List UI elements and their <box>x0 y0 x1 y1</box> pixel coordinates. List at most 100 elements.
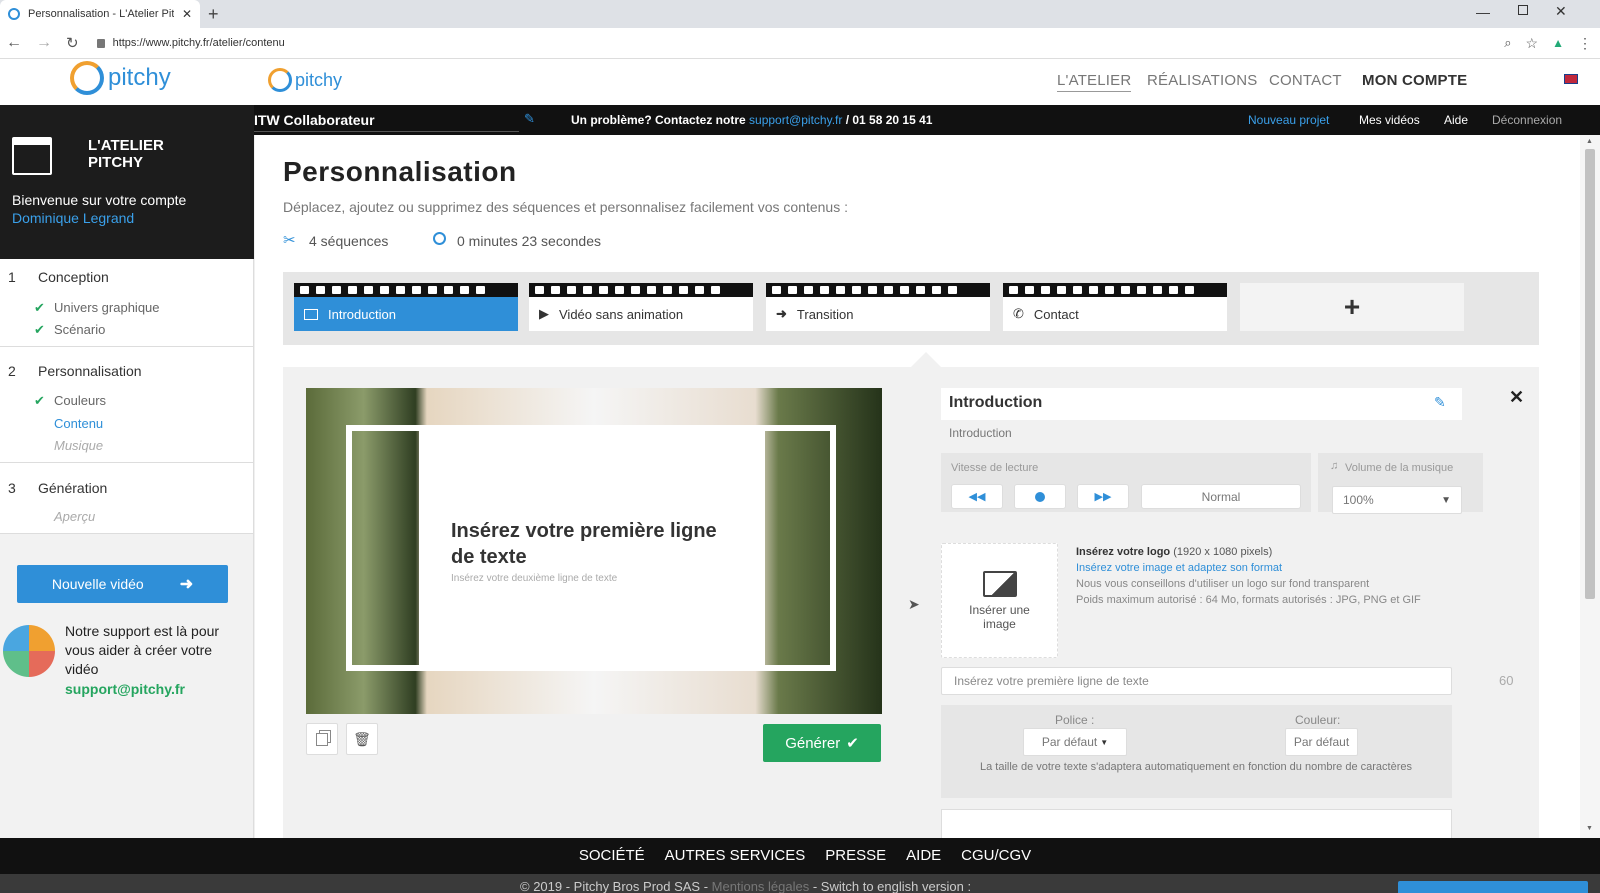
help-email-link[interactable]: support@pitchy.fr <box>749 113 842 127</box>
uk-flag-icon[interactable] <box>1564 74 1578 84</box>
font-select[interactable]: Par défaut ▼ <box>1023 728 1127 756</box>
nav-realisations[interactable]: RÉALISATIONS <box>1147 72 1257 89</box>
brand-line-2: PITCHY <box>88 154 144 171</box>
scroll-down-icon[interactable]: ▼ <box>1586 825 1593 832</box>
new-tab-icon[interactable]: + <box>208 4 219 25</box>
editor-subtitle: Introduction <box>949 426 1012 440</box>
deconnexion-link[interactable]: Déconnexion <box>1492 113 1562 127</box>
contact-chat-button[interactable] <box>1398 881 1588 893</box>
close-editor-icon[interactable]: ✕ <box>1509 387 1524 408</box>
autosize-note: La taille de votre texte s'adaptera auto… <box>980 761 1412 773</box>
footer-cgu[interactable]: CGU/CGV <box>961 847 1031 864</box>
brand-line-1: L'ATELIER <box>88 137 164 154</box>
volume-select[interactable]: 100% ▼ <box>1332 486 1462 514</box>
sidebar: L'ATELIER PITCHY Bienvenue sur votre com… <box>0 105 254 838</box>
minimize-icon[interactable]: — <box>1476 4 1490 20</box>
pitchy-logo-secondary[interactable]: pitchy <box>268 68 342 92</box>
check-icon: ✔ <box>34 393 45 408</box>
sub-musique[interactable]: Musique <box>54 438 103 453</box>
color-label: Couleur: <box>1295 713 1341 727</box>
page-title: Personnalisation <box>283 156 517 187</box>
nav-contact[interactable]: CONTACT <box>1269 72 1342 89</box>
add-sequence-button[interactable]: + <box>1240 283 1464 331</box>
editor-title: Introduction <box>949 394 1043 411</box>
nav-atelier[interactable]: L'ATELIER <box>1057 72 1132 92</box>
support-avatar <box>3 625 55 677</box>
site-header: pitchy pitchy L'ATELIER RÉALISATIONS CON… <box>0 59 1600 105</box>
check-icon: ✔ <box>846 735 859 752</box>
text-line-1-input[interactable]: Insérez votre première ligne de texte <box>941 667 1452 695</box>
sub-apercu[interactable]: Aperçu <box>54 509 95 524</box>
edit-title-icon[interactable]: ✎ <box>1434 394 1446 411</box>
sub-scenario[interactable]: Scénario <box>54 322 105 337</box>
step-conception[interactable]: Conception <box>38 269 109 285</box>
speed-slower-button[interactable]: ◀◀ <box>951 484 1003 509</box>
speed-value: Normal <box>1141 484 1301 509</box>
sequence-introduction[interactable]: Introduction <box>294 283 518 331</box>
zoom-icon[interactable]: ⌕ <box>1504 35 1511 51</box>
caret-down-icon: ▼ <box>1100 737 1109 747</box>
close-window-icon[interactable]: ✕ <box>1555 3 1567 20</box>
insert-image-button[interactable]: Insérer une image <box>941 543 1058 658</box>
footer-societe[interactable]: SOCIÉTÉ <box>579 847 645 864</box>
scroll-thumb[interactable] <box>1585 149 1595 599</box>
speed-normal-button[interactable] <box>1014 484 1066 509</box>
back-icon[interactable]: ← <box>6 34 22 52</box>
star-icon[interactable]: ☆ <box>1526 35 1539 52</box>
step-generation[interactable]: Génération <box>38 480 107 496</box>
color-select[interactable]: Par défaut <box>1285 728 1358 756</box>
divider <box>0 462 254 463</box>
sequence-video-sans-animation[interactable]: ▶ Vidéo sans animation <box>529 283 753 331</box>
volume-label: Volume de la musique <box>1345 462 1454 474</box>
duplicate-button[interactable] <box>306 723 338 755</box>
logo-title: Insérez votre logo <box>1076 546 1171 558</box>
nouvelle-video-button[interactable]: Nouvelle vidéo ➜ <box>17 565 228 603</box>
legal-link[interactable]: Mentions légales <box>712 879 810 893</box>
pitchy-logo[interactable]: pitchy <box>70 61 171 95</box>
forward-icon[interactable]: → <box>36 34 52 52</box>
help-line: Un problème? Contactez notre support@pit… <box>571 113 932 127</box>
sub-contenu[interactable]: Contenu <box>54 416 103 431</box>
step-personnalisation[interactable]: Personnalisation <box>38 363 142 379</box>
footer-autres-services[interactable]: AUTRES SERVICES <box>665 847 806 864</box>
sidebar-brand: L'ATELIER PITCHY Bienvenue sur votre com… <box>0 105 254 259</box>
video-preview[interactable]: Insérez votre première ligne de texte In… <box>306 388 882 714</box>
scroll-up-icon[interactable]: ▲ <box>1586 138 1593 145</box>
sequence-contact[interactable]: ✆ Contact <box>1003 283 1227 331</box>
sequence-transition[interactable]: ➜ Transition <box>766 283 990 331</box>
copyright: © 2019 - Pitchy Bros Prod SAS - <box>520 879 709 893</box>
logo-link[interactable]: Insérez votre image et adaptez son forma… <box>1076 560 1421 576</box>
edit-project-icon[interactable]: ✎ <box>524 111 535 127</box>
url-text[interactable]: https://www.pitchy.fr/atelier/contenu <box>113 37 1505 49</box>
menu-icon[interactable]: ⋮ <box>1578 35 1592 52</box>
sequence-label: Transition <box>796 306 854 322</box>
project-name[interactable]: ITW Collaborateur <box>254 112 519 132</box>
volume-value: 100% <box>1343 493 1374 507</box>
sub-couleurs[interactable]: Couleurs <box>54 393 106 408</box>
logo-text: pitchy <box>108 64 171 91</box>
aide-link[interactable]: Aide <box>1444 113 1468 127</box>
mes-videos-link[interactable]: Mes vidéos <box>1359 113 1420 127</box>
footer-aide[interactable]: AIDE <box>906 847 941 864</box>
user-name-link[interactable]: Dominique Legrand <box>12 210 134 226</box>
restore-icon[interactable] <box>1518 5 1528 15</box>
footer-presse[interactable]: PRESSE <box>825 847 886 864</box>
speed-faster-button[interactable]: ▶▶ <box>1077 484 1129 509</box>
generer-button[interactable]: Générer ✔ <box>763 724 881 762</box>
page-scrollbar[interactable]: ▲ ▼ <box>1580 135 1600 838</box>
sequence-count: 4 séquences <box>309 233 389 249</box>
extension-icon[interactable]: ▲ <box>1552 36 1564 50</box>
nouveau-projet-link[interactable]: Nouveau projet <box>1248 113 1329 127</box>
reload-icon[interactable]: ↻ <box>66 34 79 52</box>
logo-note-2: Poids maximum autorisé : 64 Mo, formats … <box>1076 594 1421 606</box>
preview-text-card: Insérez votre première ligne de texte In… <box>419 425 765 671</box>
sub-univers-graphique[interactable]: Univers graphique <box>54 300 160 315</box>
delete-button[interactable]: 🗑 <box>346 723 378 755</box>
support-email-link[interactable]: support@pitchy.fr <box>65 681 185 697</box>
close-tab-icon[interactable]: ✕ <box>182 7 192 21</box>
nav-mon-compte[interactable]: MON COMPTE <box>1362 72 1467 89</box>
browser-tab[interactable]: Personnalisation - L'Atelier Pitchy ✕ <box>0 0 200 28</box>
logo-note-1: Nous vous conseillons d'utiliser un logo… <box>1076 578 1370 590</box>
arrow-right-icon: ➜ <box>776 306 787 321</box>
switch-language-link[interactable]: - Switch to english version : <box>813 879 971 893</box>
